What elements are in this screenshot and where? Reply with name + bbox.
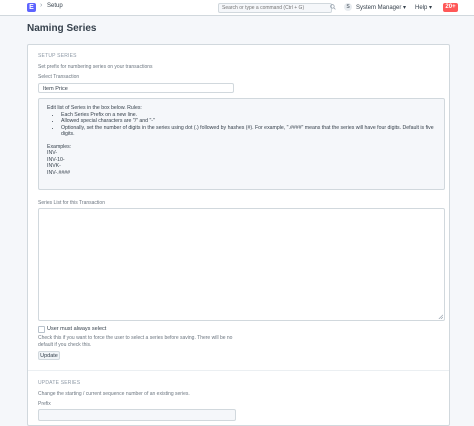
example-item: INV-.####	[47, 169, 71, 176]
update-button[interactable]: Update	[38, 351, 60, 360]
avatar[interactable]: S	[344, 3, 352, 11]
select-transaction-dropdown[interactable]: Item Price	[38, 83, 234, 93]
breadcrumb-setup[interactable]: Setup	[47, 3, 63, 9]
section-divider	[28, 370, 449, 371]
setup-series-description: Set prefix for numbering series on your …	[38, 64, 153, 70]
search-icon[interactable]	[330, 4, 336, 10]
user-must-select-description: Check this if you want to force the user…	[38, 335, 233, 348]
page-title: Naming Series	[27, 23, 97, 34]
user-must-select-label[interactable]: User must always select	[47, 326, 106, 332]
rule-item: Optionally, set the number of digits in …	[61, 125, 436, 138]
user-must-select-checkbox[interactable]	[38, 326, 45, 333]
prefix-label: Prefix	[38, 401, 51, 407]
update-series-heading: UPDATE SERIES	[38, 380, 81, 386]
select-transaction-label: Select Transaction	[38, 74, 80, 80]
resize-handle-icon[interactable]	[438, 314, 443, 319]
chevron-right-icon: ›	[40, 2, 43, 9]
series-list-label: Series List for this Transaction	[38, 200, 105, 206]
user-menu[interactable]: System Manager ▾	[356, 4, 406, 11]
naming-series-card: SETUP SERIES Set prefix for numbering se…	[27, 44, 450, 426]
series-rules-help: Edit list of Series in the box below. Ru…	[38, 98, 445, 190]
setup-series-heading: SETUP SERIES	[38, 53, 77, 59]
rules-list: Each Series Prefix on a new line. Allowe…	[47, 112, 436, 138]
search-input[interactable]	[218, 3, 332, 13]
help-menu[interactable]: Help ▾	[415, 4, 432, 11]
app-logo[interactable]: E	[27, 3, 36, 12]
notification-badge[interactable]: 20+	[443, 3, 458, 12]
update-series-description: Change the starting / current sequence n…	[38, 391, 190, 397]
prefix-select[interactable]	[38, 409, 236, 421]
series-list-textarea[interactable]	[38, 208, 445, 321]
navbar: E › Setup S System Manager ▾ Help ▾ 20+	[0, 0, 474, 16]
